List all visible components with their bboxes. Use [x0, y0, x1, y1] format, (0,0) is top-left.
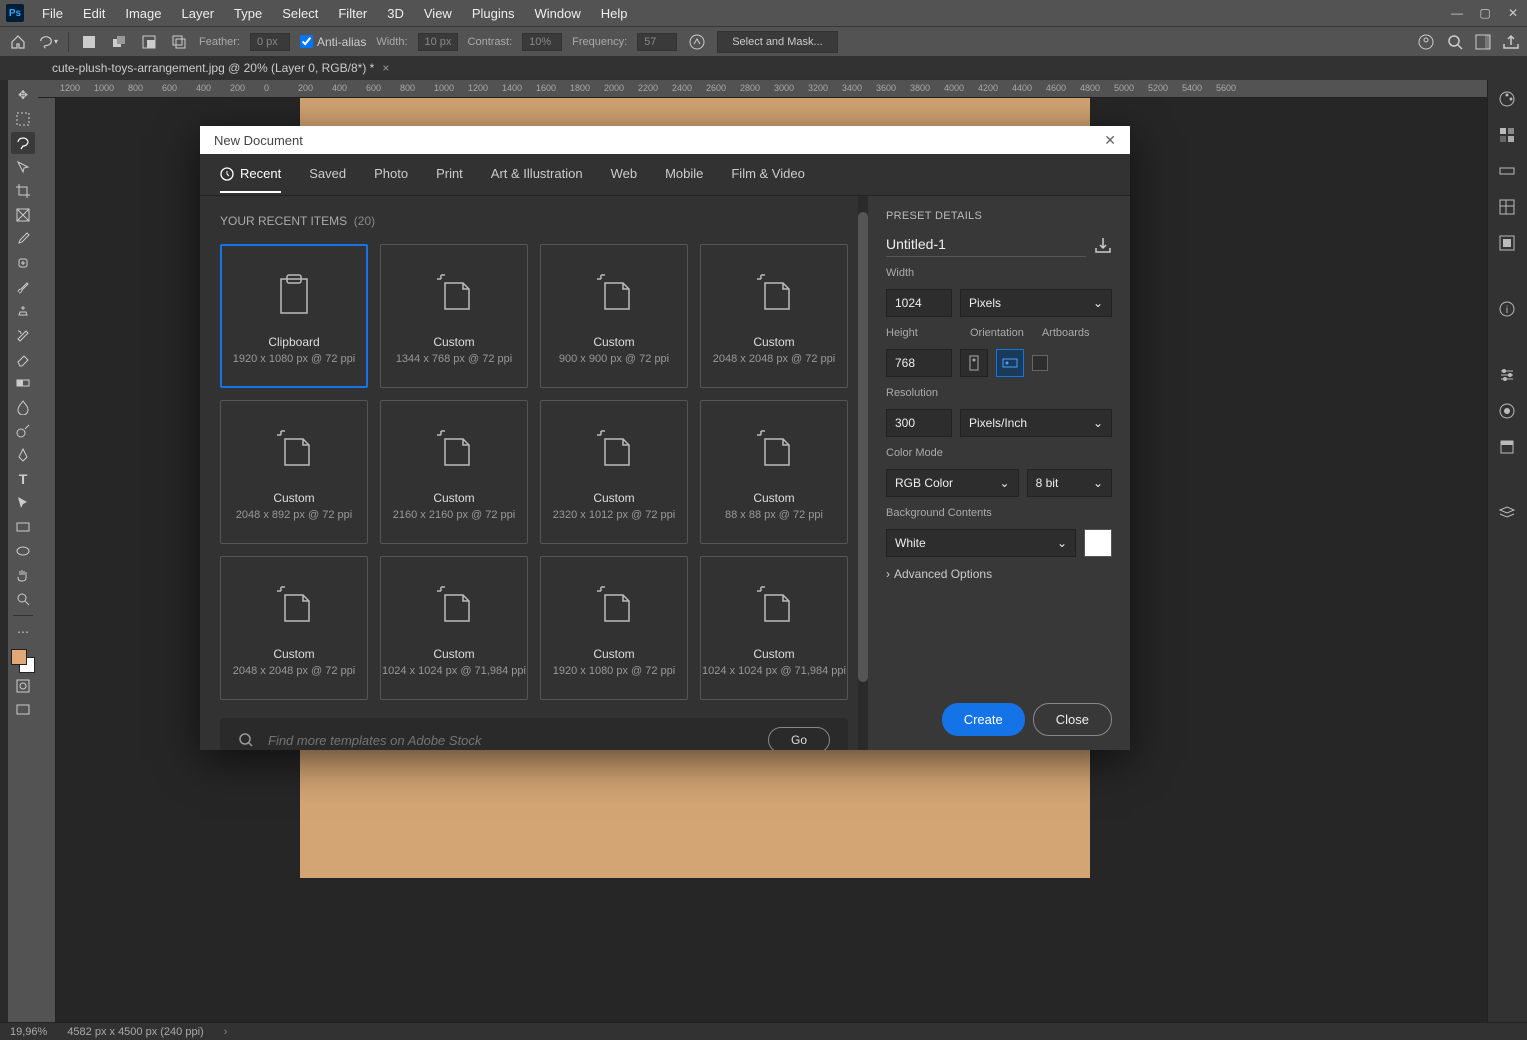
preset-dimensions: 2048 x 892 px @ 72 ppi	[236, 509, 352, 521]
preset-item[interactable]: Custom 2048 x 2048 px @ 72 ppi	[700, 244, 848, 388]
bgcontents-select[interactable]: White⌄	[886, 529, 1076, 557]
preset-item[interactable]: Clipboard 1920 x 1080 px @ 72 ppi	[220, 244, 368, 388]
document-icon	[267, 579, 321, 633]
new-document-dialog: New Document ✕ Recent Saved Photo Print Art …	[200, 126, 1130, 750]
width-label: Width	[886, 267, 1112, 279]
document-icon	[427, 267, 481, 321]
orientation-label: Orientation	[970, 327, 1024, 339]
width-value-input[interactable]	[886, 289, 952, 317]
preset-name: Custom	[273, 491, 314, 505]
preset-dimensions: 88 x 88 px @ 72 ppi	[725, 509, 823, 521]
preset-name: Custom	[753, 335, 794, 349]
preset-dimensions: 1024 x 1024 px @ 71,984 ppi	[382, 665, 526, 677]
artboards-label: Artboards	[1042, 327, 1090, 339]
document-icon	[427, 423, 481, 477]
dialog-title: New Document	[214, 133, 303, 148]
height-label: Height	[886, 327, 952, 339]
close-button[interactable]: Close	[1033, 703, 1112, 736]
document-icon	[267, 423, 321, 477]
preset-dimensions: 1920 x 1080 px @ 72 ppi	[553, 665, 675, 677]
document-icon	[587, 423, 641, 477]
resolution-unit-select[interactable]: Pixels/Inch⌄	[960, 409, 1112, 437]
dialog-titlebar[interactable]: New Document ✕	[200, 126, 1130, 154]
go-button[interactable]: Go	[768, 727, 830, 750]
preset-name: Clipboard	[268, 335, 319, 349]
preset-name: Custom	[273, 647, 314, 661]
preset-name: Custom	[593, 647, 634, 661]
clipboard-icon	[267, 267, 321, 321]
preset-item[interactable]: Custom 2048 x 892 px @ 72 ppi	[220, 400, 368, 544]
tab-recent[interactable]: Recent	[220, 156, 281, 193]
preset-item[interactable]: Custom 1024 x 1024 px @ 71,984 ppi	[380, 556, 528, 700]
tab-saved[interactable]: Saved	[309, 156, 346, 193]
tab-film-video[interactable]: Film & Video	[731, 156, 804, 193]
preset-name: Custom	[753, 647, 794, 661]
stock-search-input[interactable]	[268, 733, 754, 748]
preset-name: Custom	[593, 335, 634, 349]
resolution-input[interactable]	[886, 409, 952, 437]
preset-dimensions: 2320 x 1012 px @ 72 ppi	[553, 509, 675, 521]
document-icon	[747, 423, 801, 477]
preset-details-panel: PRESET DETAILS Width Pixels⌄ Height Orie…	[868, 196, 1130, 750]
search-icon	[238, 732, 254, 748]
dialog-close-icon[interactable]: ✕	[1104, 132, 1116, 149]
create-button[interactable]: Create	[942, 703, 1025, 736]
preset-item[interactable]: Custom 2160 x 2160 px @ 72 ppi	[380, 400, 528, 544]
artboards-checkbox[interactable]	[1032, 355, 1048, 371]
tab-mobile[interactable]: Mobile	[665, 156, 703, 193]
recent-count: (20)	[354, 214, 375, 228]
document-icon	[587, 579, 641, 633]
adobe-stock-search: Go	[220, 718, 848, 750]
bgcolor-chip[interactable]	[1084, 529, 1112, 557]
preset-dimensions: 2048 x 2048 px @ 72 ppi	[713, 353, 835, 365]
preset-dimensions: 1344 x 768 px @ 72 ppi	[396, 353, 512, 365]
details-header: PRESET DETAILS	[886, 210, 1112, 222]
width-unit-select[interactable]: Pixels⌄	[960, 289, 1112, 317]
preset-item[interactable]: Custom 2048 x 2048 px @ 72 ppi	[220, 556, 368, 700]
preset-item[interactable]: Custom 900 x 900 px @ 72 ppi	[540, 244, 688, 388]
resolution-label: Resolution	[886, 387, 1112, 399]
orientation-portrait[interactable]	[960, 349, 988, 377]
preset-item[interactable]: Custom 1024 x 1024 px @ 71,984 ppi	[700, 556, 848, 700]
colordepth-select[interactable]: 8 bit⌄	[1027, 469, 1112, 497]
document-icon	[587, 267, 641, 321]
tab-art-illustration[interactable]: Art & Illustration	[491, 156, 583, 193]
scrollbar[interactable]	[858, 196, 868, 750]
document-icon	[427, 579, 481, 633]
tab-web[interactable]: Web	[611, 156, 638, 193]
preset-dimensions: 1024 x 1024 px @ 71,984 ppi	[702, 665, 846, 677]
preset-name: Custom	[593, 491, 634, 505]
recent-header: YOUR RECENT ITEMS	[220, 214, 347, 228]
orientation-landscape[interactable]	[996, 349, 1024, 377]
preset-dimensions: 2048 x 2048 px @ 72 ppi	[233, 665, 355, 677]
height-value-input[interactable]	[886, 349, 952, 377]
dialog-tabs: Recent Saved Photo Print Art & Illustration W…	[200, 154, 1130, 196]
document-name-input[interactable]	[886, 232, 1086, 257]
advanced-options-toggle[interactable]: ›Advanced Options	[886, 567, 1112, 581]
preset-item[interactable]: Custom 1920 x 1080 px @ 72 ppi	[540, 556, 688, 700]
preset-dimensions: 1920 x 1080 px @ 72 ppi	[233, 353, 355, 365]
preset-name: Custom	[433, 647, 474, 661]
document-icon	[747, 579, 801, 633]
preset-name: Custom	[753, 491, 794, 505]
save-preset-icon[interactable]	[1094, 236, 1112, 254]
colormode-select[interactable]: RGB Color⌄	[886, 469, 1019, 497]
preset-name: Custom	[433, 335, 474, 349]
tab-print[interactable]: Print	[436, 156, 463, 193]
preset-item[interactable]: Custom 1344 x 768 px @ 72 ppi	[380, 244, 528, 388]
presets-panel: YOUR RECENT ITEMS (20) Clipboard 1920 x 1…	[200, 196, 868, 750]
bgcontents-label: Background Contents	[886, 507, 1112, 519]
preset-item[interactable]: Custom 2320 x 1012 px @ 72 ppi	[540, 400, 688, 544]
preset-dimensions: 900 x 900 px @ 72 ppi	[559, 353, 669, 365]
preset-dimensions: 2160 x 2160 px @ 72 ppi	[393, 509, 515, 521]
colormode-label: Color Mode	[886, 447, 1112, 459]
preset-item[interactable]: Custom 88 x 88 px @ 72 ppi	[700, 400, 848, 544]
tab-photo[interactable]: Photo	[374, 156, 408, 193]
document-icon	[747, 267, 801, 321]
preset-name: Custom	[433, 491, 474, 505]
